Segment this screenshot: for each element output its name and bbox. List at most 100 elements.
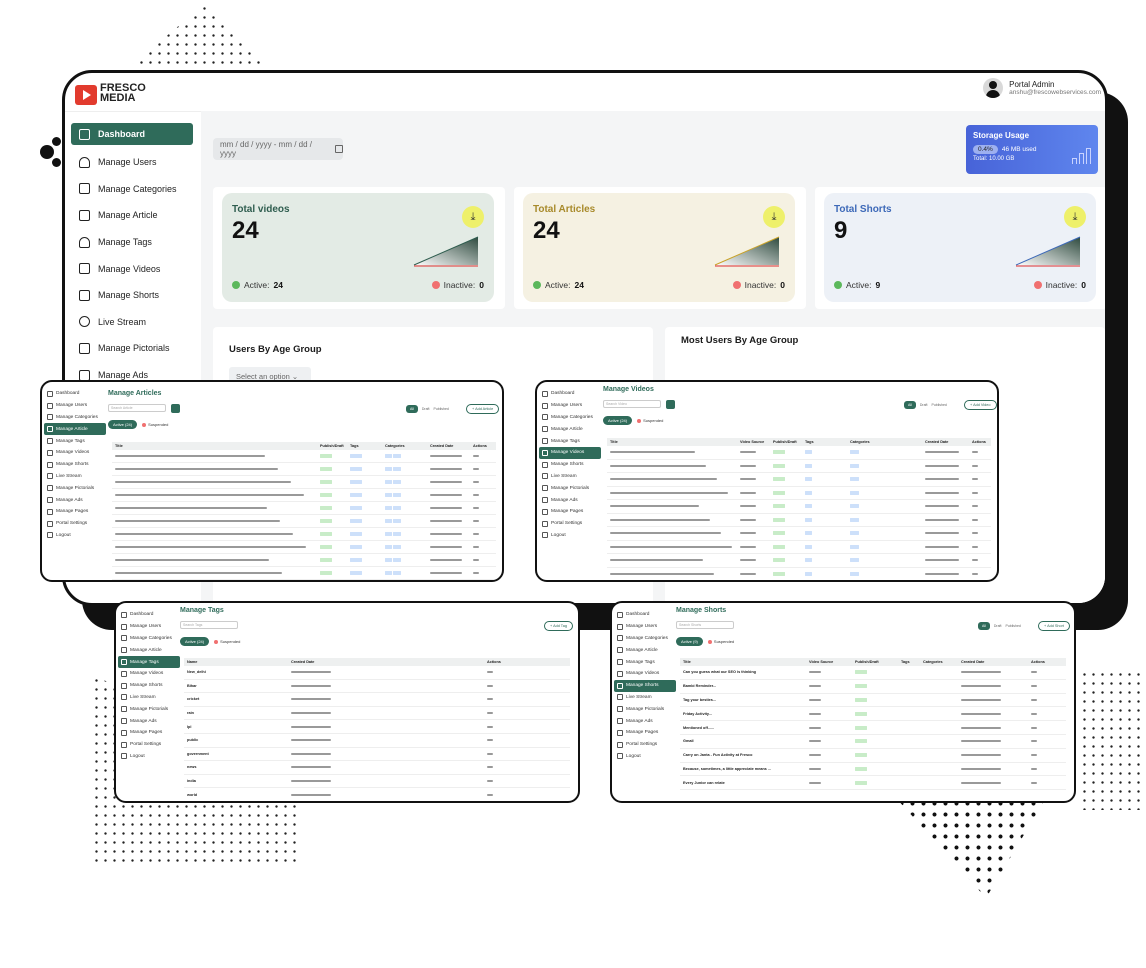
table-row[interactable]: New_delhi — [184, 666, 570, 680]
mini-sidebar-item[interactable]: Manage Videos — [118, 668, 180, 680]
mini-sidebar-item[interactable]: Manage Users — [614, 621, 676, 633]
mini-sidebar-item[interactable]: Live Stream — [44, 471, 106, 483]
mini-sidebar-item[interactable]: Live Stream — [539, 471, 601, 483]
mini-sidebar-item[interactable]: Manage Users — [118, 621, 180, 633]
filter-tab[interactable]: Draft — [994, 624, 1002, 628]
table-row[interactable] — [607, 514, 991, 527]
mini-sidebar-item[interactable]: Manage Ads — [614, 715, 676, 727]
add-video-button[interactable]: + Add Video — [964, 400, 997, 410]
mini-sidebar-item[interactable]: Portal Settings — [44, 518, 106, 530]
date-range-input[interactable]: mm / dd / yyyy - mm / dd / yyyy — [213, 138, 343, 160]
active-chip[interactable]: Active (24) — [180, 637, 210, 646]
suspended-chip[interactable]: Suspended — [637, 418, 663, 423]
mini-sidebar-item[interactable]: Dashboard — [44, 388, 106, 400]
mini-sidebar-item[interactable]: Portal Settings — [118, 739, 180, 751]
mini-sidebar-item[interactable]: Portal Settings — [539, 518, 601, 530]
fresco-media-logo[interactable]: FRESCO MEDIA — [75, 81, 146, 105]
table-row[interactable] — [607, 568, 991, 581]
mini-sidebar-item[interactable]: Manage Categories — [614, 633, 676, 645]
search-input[interactable]: Search Article — [108, 404, 166, 412]
mini-sidebar-item[interactable]: Manage Users — [539, 400, 601, 412]
table-row[interactable]: Gmail — [680, 735, 1066, 749]
table-row[interactable]: Bihar — [184, 680, 570, 694]
filter-tab[interactable]: Published — [931, 403, 946, 407]
mini-sidebar-item[interactable]: Manage Article — [118, 644, 180, 656]
active-chip[interactable]: Active (24) — [603, 416, 633, 425]
filter-tab[interactable]: Draft — [920, 403, 928, 407]
filter-tab[interactable]: All — [978, 622, 990, 630]
active-chip[interactable]: Active (24) — [108, 420, 138, 429]
mini-sidebar-item[interactable]: Dashboard — [118, 609, 180, 621]
table-row[interactable]: Tag your besties... — [680, 694, 1066, 708]
mini-sidebar-item[interactable]: Manage Ads — [539, 494, 601, 506]
table-row[interactable]: Friday Activity... — [680, 707, 1066, 722]
suspended-chip[interactable]: Suspended — [214, 639, 240, 644]
download-icon[interactable]: ⤓ — [763, 206, 785, 228]
mini-sidebar-item[interactable]: Manage Shorts — [44, 459, 106, 471]
table-row[interactable]: world — [184, 788, 570, 801]
table-row[interactable] — [607, 527, 991, 541]
table-row[interactable] — [607, 487, 991, 500]
mini-sidebar-item[interactable]: Live Stream — [118, 692, 180, 704]
search-input[interactable]: Search Video — [603, 400, 661, 408]
table-row[interactable] — [112, 450, 496, 463]
add-short-button[interactable]: + Add Short — [1038, 621, 1070, 631]
suspended-chip[interactable]: Suspended — [708, 639, 734, 644]
table-row[interactable]: Because, sometimes, a little appreciate … — [680, 763, 1066, 777]
table-row[interactable]: rain — [184, 707, 570, 721]
mini-sidebar-item[interactable]: Manage Shorts — [118, 680, 180, 692]
mini-sidebar-item[interactable]: Dashboard — [539, 388, 601, 400]
filter-tab[interactable]: Published — [433, 407, 448, 411]
sidebar-item-live-stream[interactable]: Live Stream — [71, 309, 193, 336]
mini-sidebar-item[interactable]: Manage Pictorials — [44, 482, 106, 494]
table-row[interactable]: government — [184, 748, 570, 762]
mini-sidebar-item[interactable]: Manage Videos — [614, 668, 676, 680]
search-button[interactable] — [666, 400, 675, 409]
table-row[interactable] — [112, 476, 496, 489]
table-row[interactable] — [607, 554, 991, 568]
mini-sidebar-item[interactable]: Manage Pictorials — [539, 482, 601, 494]
table-row[interactable] — [112, 502, 496, 515]
suspended-chip[interactable]: Suspended — [142, 422, 168, 427]
table-row[interactable]: Every Junior can relate — [680, 776, 1066, 791]
table-row[interactable]: Bambi Reminder... — [680, 680, 1066, 694]
mini-sidebar-item[interactable]: Manage Tags — [614, 656, 676, 668]
download-icon[interactable]: ⤓ — [462, 206, 484, 228]
add-article-button[interactable]: + Add Article — [466, 404, 500, 414]
mini-sidebar-item[interactable]: Manage Shorts — [614, 679, 676, 692]
table-row[interactable] — [607, 446, 991, 460]
mini-sidebar-item[interactable]: Manage Article — [44, 423, 106, 436]
table-row[interactable] — [607, 500, 991, 514]
mini-sidebar-item[interactable]: Manage Pictorials — [614, 703, 676, 715]
filter-tab[interactable]: All — [904, 401, 916, 409]
sidebar-item-manage-categories[interactable]: Manage Categories — [71, 176, 193, 203]
mini-sidebar-item[interactable]: Dashboard — [614, 609, 676, 621]
mini-sidebar-item[interactable]: Manage Pages — [539, 506, 601, 518]
mini-sidebar-item[interactable]: Manage Pictorials — [118, 703, 180, 715]
search-input[interactable]: Search Shorts — [676, 621, 734, 629]
table-row[interactable] — [112, 515, 496, 528]
table-row[interactable]: india — [184, 775, 570, 789]
mini-sidebar-item[interactable]: Manage Pages — [614, 727, 676, 739]
filter-tab[interactable]: Published — [1005, 624, 1020, 628]
add-tag-button[interactable]: + Add Tag — [544, 621, 573, 631]
mini-sidebar-item[interactable]: Manage Ads — [44, 494, 106, 506]
table-row[interactable]: news — [184, 761, 570, 775]
mini-sidebar-item[interactable]: Manage Categories — [539, 412, 601, 424]
table-row[interactable] — [607, 541, 991, 554]
mini-sidebar-item[interactable]: Logout — [539, 530, 601, 542]
table-row[interactable] — [112, 567, 496, 580]
table-row[interactable] — [112, 463, 496, 476]
mini-sidebar-item[interactable]: Manage Pages — [44, 506, 106, 518]
search-button[interactable] — [171, 404, 180, 413]
filter-tab[interactable]: Draft — [422, 407, 430, 411]
sidebar-item-manage-article[interactable]: Manage Article — [71, 202, 193, 229]
filter-tab[interactable]: All — [406, 405, 418, 413]
download-icon[interactable]: ⤓ — [1064, 206, 1086, 228]
mini-sidebar-item[interactable]: Manage Categories — [118, 633, 180, 645]
table-row[interactable]: Can you guess what our SEO is thinking — [680, 666, 1066, 680]
active-chip[interactable]: Active (9) — [676, 637, 703, 646]
mini-sidebar-item[interactable]: Manage Users — [44, 400, 106, 412]
user-profile[interactable]: Portal Admin anshu@frescowebservices.com — [983, 78, 1101, 98]
mini-sidebar-item[interactable]: Live Stream — [614, 692, 676, 704]
